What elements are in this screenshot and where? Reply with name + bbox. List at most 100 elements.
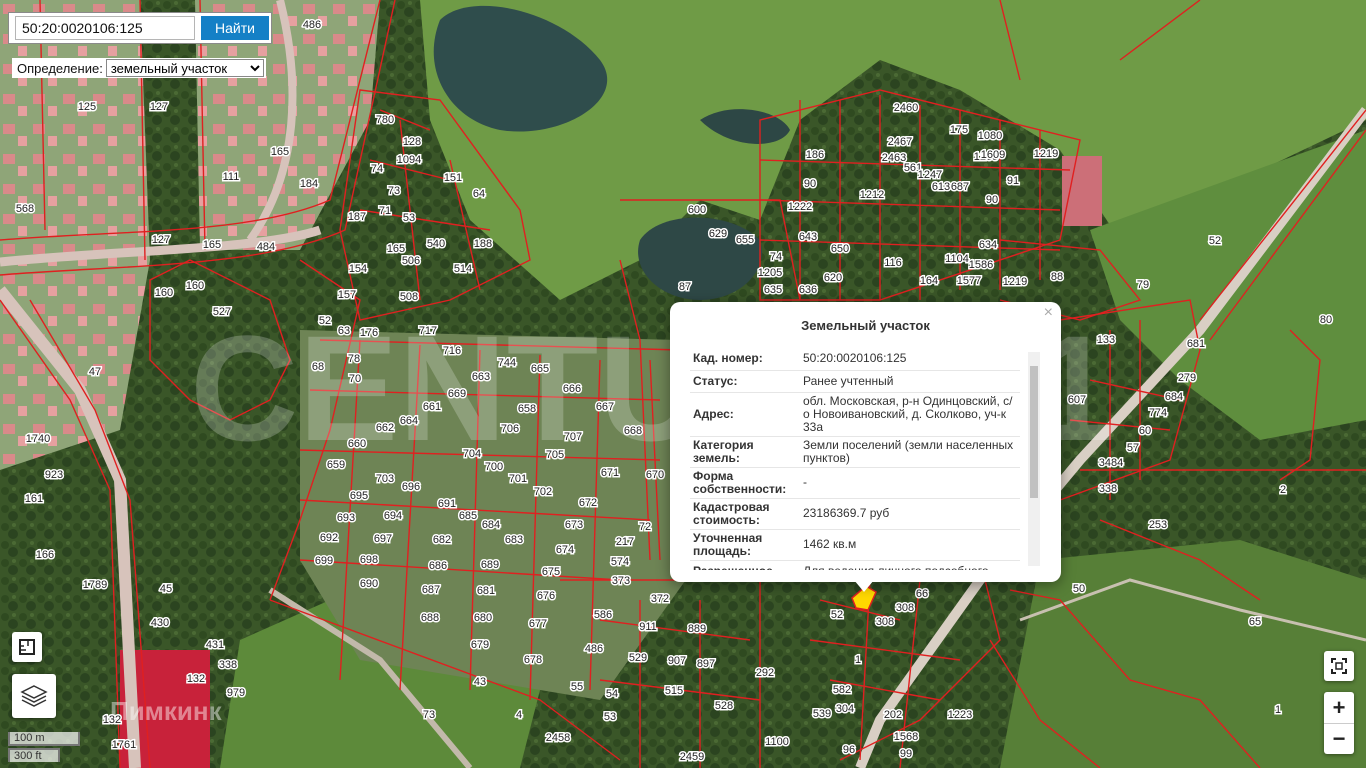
parcel-number-label: 1219 [1034,148,1058,160]
scale-imperial: 300 ft [8,748,60,762]
parcel-number-label: 184 [300,178,318,190]
parcel-number-label: 703 [376,473,394,485]
parcel-popup: × Земельный участок Кад. номер: 50:20:002… [670,302,1061,582]
parcel-number-label: 486 [585,643,603,655]
parcel-number-label: 1104 [945,253,969,265]
search-button[interactable]: Найти [201,16,269,40]
parcel-number-label: 186 [806,149,824,161]
parcel-number-label: 90 [986,194,998,206]
parcel-number-label: 47 [89,366,101,378]
parcel-number-label: 373 [612,575,630,587]
info-row: Уточненная площадь: 1462 кв.м [690,529,1020,561]
parcel-number-label: 506 [402,255,420,267]
parcel-number-label: 430 [151,617,169,629]
parcel-number-label: 643 [799,231,817,243]
parcel-number-label: 979 [227,687,245,699]
parcel-number-label: 88 [1051,271,1063,283]
parcel-number-label: 681 [477,585,495,597]
parcel-number-label: 52 [1209,235,1221,247]
cadastral-search-input[interactable] [15,16,195,40]
parcel-number-label: 716 [443,345,461,357]
info-row: Адрес: обл. Московская, р-н Одинцовский, … [690,392,1020,437]
attribution: Пимкинк [110,696,223,726]
parcel-number-label: 338 [219,659,237,671]
search-bar: Найти [8,12,272,44]
parcel-number-label: 1247 [918,169,942,181]
parcel-number-label: 701 [509,473,527,485]
fullscreen-button[interactable] [1324,651,1354,681]
zoom-in-button[interactable]: + [1324,693,1354,724]
parcel-number-label: 680 [474,612,492,624]
info-value: Ранее учтенный [800,370,1020,393]
parcel-number-label: 665 [531,363,549,375]
parcel-number-label: 2463 [882,152,906,164]
parcel-number-label: 684 [482,519,500,531]
parcel-number-label: 2459 [680,751,704,763]
parcel-number-label: 65 [1249,616,1261,628]
zoom-out-button[interactable]: − [1324,724,1354,754]
parcel-number-label: 659 [327,459,345,471]
definition-select[interactable]: земельный участок [105,59,264,77]
parcel-number-label: 655 [736,234,754,246]
definition-label: Определение: [17,60,103,76]
parcel-number-label: 698 [360,554,378,566]
parcel-number-label: 668 [624,425,642,437]
parcel-number-label: 1609 [981,149,1005,161]
scale-metric: 100 m [8,732,80,746]
parcel-number-label: 671 [601,467,619,479]
parcel-number-label: 127 [152,234,170,246]
parcel-number-label: 673 [565,519,583,531]
parcel-number-label: 634 [979,239,997,251]
parcel-number-label: 527 [213,306,231,318]
info-key: Статус: [690,370,800,393]
info-key: Категория земель: [690,436,800,468]
parcel-number-label: 636 [799,284,817,296]
parcel-number-label: 744 [498,357,516,369]
parcel-number-label: 540 [427,238,445,250]
parcel-number-label: 91 [1007,175,1019,187]
parcel-number-label: 650 [831,243,849,255]
parcel-number-label: 53 [403,212,415,224]
parcel-number-label: 1222 [788,201,812,213]
parcel-number-label: 133 [1097,334,1115,346]
popup-scroll-area[interactable]: Кад. номер: 50:20:0020106:125 Статус: Ранее… [690,348,1040,570]
ruler-button[interactable] [12,632,42,662]
parcel-number-label: 702 [534,486,552,498]
parcel-number-label: 658 [518,403,536,415]
parcel-number-label: 1 [855,654,861,666]
parcel-number-label: 79 [1137,279,1149,291]
parcel-number-label: 304 [836,703,854,715]
info-value: 1462 кв.м [800,529,1020,561]
parcel-number-label: 4 [516,709,522,721]
parcel-number-label: 166 [36,549,54,561]
info-key: Форма собственности: [690,467,800,499]
scroll-thumb[interactable] [1030,366,1038,498]
layers-button[interactable] [12,674,56,718]
popup-scrollbar[interactable] [1028,352,1040,566]
parcel-number-label: 687 [951,181,969,193]
parcel-number-label: 670 [646,469,664,481]
parcel-number-label: 78 [348,353,360,365]
parcel-number-label: 681 [1187,338,1205,350]
info-row: Статус: Ранее учтенный [690,370,1020,393]
parcel-number-label: 700 [485,461,503,473]
parcel-number-label: 685 [459,510,477,522]
parcel-number-label: 308 [876,616,894,628]
info-key: Кад. номер: [690,348,800,371]
parcel-number-label: 187 [348,211,366,223]
parcel-number-label: 529 [629,652,647,664]
parcel-number-label: 43 [474,676,486,688]
parcel-number-label: 1100 [765,736,789,748]
parcel-number-label: 63 [338,325,350,337]
parcel-number-label: 66 [916,588,928,600]
parcel-number-label: 486 [303,19,321,31]
parcel-number-label: 676 [537,590,555,602]
parcel-number-label: 1212 [860,189,884,201]
parcel-number-label: 60 [1139,425,1151,437]
parcel-number-label: 696 [402,481,420,493]
parcel-number-label: 96 [843,744,855,756]
parcel-number-label: 2460 [894,102,918,114]
parcel-number-label: 1080 [978,130,1002,142]
parcel-number-label: 528 [715,700,733,712]
definition-control: Определение: земельный участок [12,58,266,78]
